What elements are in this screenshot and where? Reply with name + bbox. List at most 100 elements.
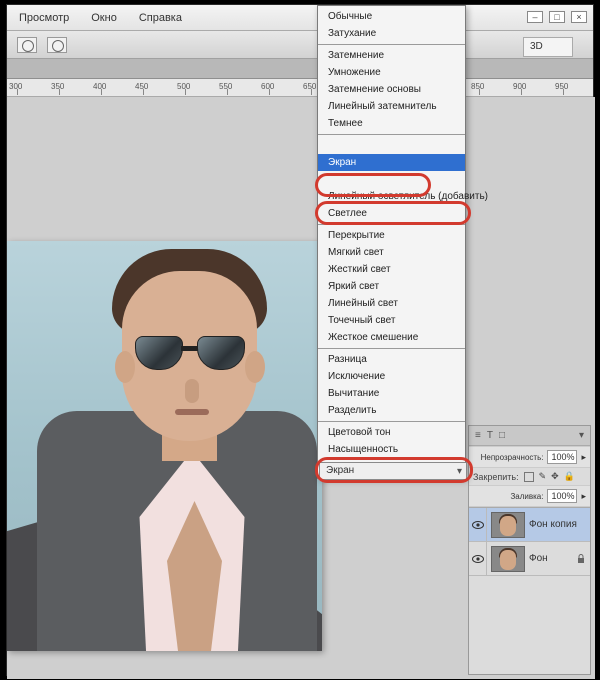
- layer-row[interactable]: Фон копия: [469, 508, 590, 542]
- blend-mode-item[interactable]: Мягкий свет: [318, 244, 465, 261]
- ruler-tick: [521, 89, 522, 95]
- ruler-tick-label: 650: [303, 82, 316, 91]
- minimize-button[interactable]: –: [527, 11, 543, 23]
- visibility-eye-icon[interactable]: [469, 508, 487, 541]
- panel-tab-icon[interactable]: □: [499, 430, 505, 441]
- fill-input[interactable]: 100%: [547, 489, 577, 503]
- opacity-label: Непрозрачность:: [481, 453, 544, 462]
- blend-mode-item[interactable]: Вычитание: [318, 385, 465, 402]
- ruler-tick: [227, 89, 228, 95]
- blend-mode-menu: ОбычныеЗатухание ЗатемнениеУмножениеЗатем…: [317, 5, 466, 479]
- blend-mode-item[interactable]: Линейный свет: [318, 295, 465, 312]
- tool-target-icon[interactable]: [47, 37, 67, 53]
- photo-mouth: [175, 409, 209, 415]
- blend-mode-item[interactable]: Затухание: [318, 25, 465, 42]
- menu-view[interactable]: Просмотр: [19, 12, 69, 24]
- ruler-tick: [185, 89, 186, 95]
- panel-tab-icon[interactable]: ≡: [475, 430, 481, 441]
- blend-mode-item[interactable]: Точечный свет: [318, 312, 465, 329]
- lock-row: Закрепить: ✎ ✥ 🔒: [469, 468, 590, 485]
- ruler-tick-label: 850: [471, 82, 484, 91]
- blend-mode-item[interactable]: Светлее: [318, 205, 465, 222]
- layer-name: Фон копия: [529, 519, 577, 530]
- lock-move-icon[interactable]: ✥: [551, 471, 559, 482]
- photo-nose: [185, 379, 199, 403]
- lock-label: Закрепить:: [473, 472, 519, 482]
- opacity-flyout-icon[interactable]: ▸: [581, 452, 586, 463]
- menu-window[interactable]: Окно: [91, 12, 117, 24]
- app-window: Просмотр Окно Справка – □ × 3D 300 350 400…: [6, 4, 594, 676]
- blend-mode-item[interactable]: Насыщенность: [318, 441, 465, 458]
- ruler-tick-label: 350: [51, 82, 64, 91]
- blend-mode-item[interactable]: Линейный затемнитель: [318, 98, 465, 115]
- ruler-tick-label: 300: [9, 82, 22, 91]
- blend-mode-item[interactable]: Обычные: [318, 8, 465, 25]
- layer-thumbnail: [491, 512, 525, 538]
- fill-flyout-icon[interactable]: ▸: [581, 491, 586, 502]
- blend-mode-item[interactable]: Затемнение основы: [318, 81, 465, 98]
- blend-mode-item[interactable]: Разделить: [318, 402, 465, 419]
- blend-mode-item[interactable]: Затемнение: [318, 47, 465, 64]
- document-canvas[interactable]: [7, 241, 322, 651]
- opacity-row: Непрозрачность: 100% ▸: [469, 446, 590, 468]
- lock-icon: [576, 554, 586, 564]
- blend-mode-item[interactable]: [318, 171, 465, 188]
- ruler-tick-label: 900: [513, 82, 526, 91]
- blend-mode-item[interactable]: Разница: [318, 351, 465, 368]
- maximize-button[interactable]: □: [549, 11, 565, 23]
- lock-brush-icon[interactable]: ✎: [539, 471, 547, 482]
- window-controls: – □ ×: [527, 11, 587, 23]
- blend-mode-item[interactable]: Экран: [318, 154, 465, 171]
- visibility-eye-icon[interactable]: [469, 542, 487, 575]
- menubar: Просмотр Окно Справка: [7, 5, 593, 31]
- blend-mode-item[interactable]: Перекрытие: [318, 227, 465, 244]
- ruler-tick: [143, 89, 144, 95]
- panel-menu-icon[interactable]: ▾: [579, 430, 584, 441]
- lock-transparent-icon[interactable]: [524, 472, 534, 482]
- ruler-tick-label: 400: [93, 82, 106, 91]
- ruler-tick: [101, 89, 102, 95]
- blend-mode-item[interactable]: Цветовой тон: [318, 424, 465, 441]
- ruler-tick: [59, 89, 60, 95]
- ruler-tick-label: 950: [555, 82, 568, 91]
- menu-help[interactable]: Справка: [139, 12, 182, 24]
- workspace-3d-button[interactable]: 3D: [523, 37, 573, 57]
- blend-mode-item[interactable]: Яркий свет: [318, 278, 465, 295]
- blend-mode-item[interactable]: Исключение: [318, 368, 465, 385]
- ruler-tick-label: 500: [177, 82, 190, 91]
- blend-mode-item[interactable]: Темнее: [318, 115, 465, 132]
- blend-mode-combo[interactable]: Экран: [319, 462, 467, 480]
- ruler-horizontal: 3003504004505005506006507007508008509009…: [7, 79, 593, 97]
- ruler-tick: [311, 89, 312, 95]
- ruler-tick-label: 450: [135, 82, 148, 91]
- blend-mode-item[interactable]: [318, 137, 465, 154]
- layer-thumbnail: [491, 546, 525, 572]
- panel-tab-icon[interactable]: T: [487, 430, 493, 441]
- photo-ear-right: [245, 351, 265, 383]
- blend-mode-item[interactable]: Жесткое смешение: [318, 329, 465, 346]
- blend-mode-item[interactable]: Линейный осветлитель (добавить): [318, 188, 465, 205]
- blend-mode-item[interactable]: Умножение: [318, 64, 465, 81]
- ruler-tick-label: 600: [261, 82, 274, 91]
- photo-ear-left: [115, 351, 135, 383]
- lock-all-icon[interactable]: 🔒: [564, 471, 575, 482]
- layers-list: Фон копия Фон: [469, 507, 590, 576]
- options-bar: [7, 31, 593, 59]
- opacity-input[interactable]: 100%: [547, 450, 577, 464]
- ruler-tick: [563, 89, 564, 95]
- ruler-tick: [479, 89, 480, 95]
- close-button[interactable]: ×: [571, 11, 587, 23]
- layers-panel: ≡ T □ ▾ Непрозрачность: 100% ▸ Закрепить…: [468, 425, 591, 675]
- layer-row[interactable]: Фон: [469, 542, 590, 576]
- ruler-tick: [17, 89, 18, 95]
- document-tab-bar: [7, 59, 593, 79]
- ruler-tick: [269, 89, 270, 95]
- ruler-tick-label: 550: [219, 82, 232, 91]
- tool-preset-icon[interactable]: [17, 37, 37, 53]
- fill-label: Заливка:: [510, 492, 543, 501]
- photo-sunglasses: [135, 336, 245, 374]
- fill-row: Заливка: 100% ▸: [469, 485, 590, 507]
- layer-name: Фон: [529, 553, 548, 564]
- blend-mode-item[interactable]: Жесткий свет: [318, 261, 465, 278]
- panel-tabs: ≡ T □ ▾: [469, 426, 590, 446]
